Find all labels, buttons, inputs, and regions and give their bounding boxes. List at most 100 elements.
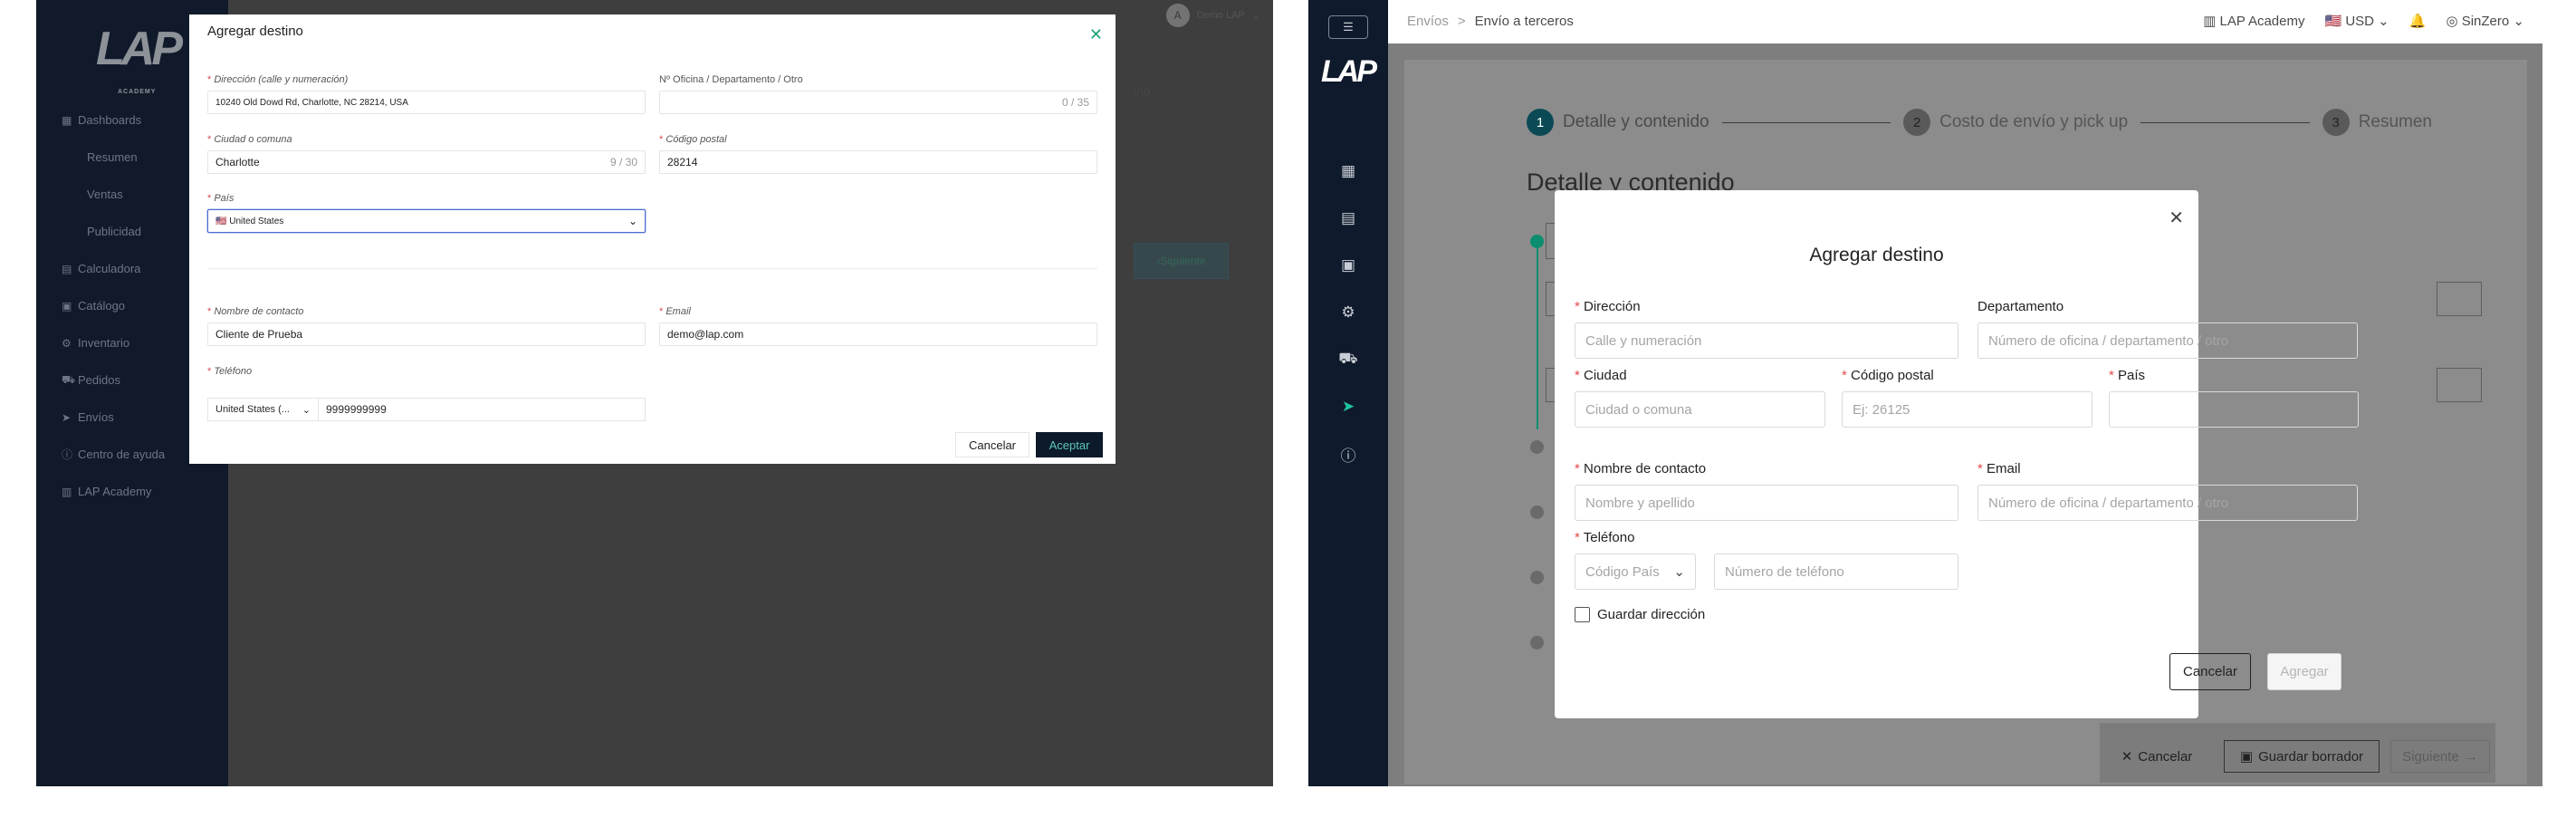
ciudad-input[interactable]: Ciudad o comuna [1575, 391, 1825, 428]
pais-field: * País 🇺🇸 United States ⌄ [207, 193, 646, 233]
cart-icon: ⛟ [62, 372, 76, 386]
contacto-input[interactable]: Nombre y apellido [1575, 485, 1958, 521]
academy-link[interactable]: ▥ LAP Academy [2203, 13, 2304, 29]
country-code-select[interactable]: Código País ⌄ [1575, 553, 1696, 590]
stepper: 1 Detalle y contenido 2 Costo de envío y… [1527, 109, 2432, 136]
currency-select[interactable]: 🇺🇸 USD ⌄ [2324, 13, 2389, 29]
email-input[interactable]: demo@lap.com [659, 322, 1097, 346]
pais-label: País [2118, 368, 2146, 383]
send-icon: ➤ [62, 410, 72, 424]
calculator-icon[interactable]: ▤ [1308, 195, 1388, 242]
country-code-select[interactable]: United States (... ⌄ [208, 399, 319, 420]
send-icon[interactable]: ➤ [1308, 383, 1388, 430]
postal-field: * Código postal Ej: 26125 [1842, 368, 2092, 428]
help-icon: ⓘ [62, 448, 73, 461]
grid-icon: ▦ [62, 113, 72, 127]
menu-icon: ☰ [1343, 20, 1354, 34]
phone-input[interactable]: Número de teléfono [1714, 553, 1958, 590]
add-button[interactable]: Agregar [2267, 653, 2341, 690]
cancel-button[interactable]: Cancelar [955, 432, 1029, 457]
catalog-icon: ▣ [62, 299, 72, 313]
divider [207, 268, 1097, 269]
sidebar-item-label: Ventas [87, 188, 123, 201]
ciudad-label: Ciudad o comuna [214, 134, 292, 145]
close-icon: ✕ [2121, 749, 2133, 765]
sidebar-item-label: Publicidad [87, 225, 141, 238]
background-box [2437, 368, 2482, 402]
phone-input[interactable]: 9999999999 [319, 399, 645, 420]
help-icon[interactable]: ⓘ [1308, 430, 1388, 477]
direccion-field: * Dirección Calle y numeración [1575, 299, 1958, 359]
timeline-line [1537, 241, 1538, 429]
sidebar-nav: ▦ ▤ ▣ ⚙ ⛟ ➤ ⓘ [1308, 148, 1388, 477]
right-screen: ☰ LAP ▦ ▤ ▣ ⚙ ⛟ ➤ ⓘ Envíos > Envío a ter… [1308, 0, 2542, 786]
catalog-icon[interactable]: ▣ [1308, 242, 1388, 289]
step-3-number: 3 [2322, 109, 2350, 136]
menu-toggle-button[interactable]: ☰ [1328, 15, 1368, 39]
close-icon[interactable]: ✕ [2169, 207, 2184, 229]
sidebar-item-label: Resumen [87, 150, 138, 164]
direccion-input[interactable]: Calle y numeración [1575, 322, 1958, 359]
dashboard-icon[interactable]: ▦ [1308, 148, 1388, 195]
step-connector [2140, 121, 2310, 123]
pais-label: País [214, 193, 235, 204]
telefono-label: Teléfono [1583, 530, 1635, 545]
cancel-button[interactable]: Cancelar [2169, 653, 2251, 690]
save-address-checkbox[interactable]: Guardar dirección [1575, 607, 1705, 622]
add-destination-modal: ✕ Agregar destino * Dirección Calle y nu… [1555, 190, 2359, 718]
checkbox[interactable] [1575, 607, 1590, 622]
background-next-button: Siguiente → [2390, 740, 2490, 773]
footer-actions: ✕ Cancelar ▣ Guardar borrador Siguiente → [2100, 723, 2495, 783]
oficina-input[interactable]: 0 / 35 [659, 91, 1097, 114]
ciudad-label: Ciudad [1584, 368, 1627, 383]
char-count: 9 / 30 [609, 156, 637, 168]
email-label: Email [1987, 461, 2021, 476]
cart-icon[interactable]: ⛟ [1308, 336, 1388, 383]
email-field: * Email demo@lap.com [659, 306, 1097, 346]
pais-select[interactable] [2109, 391, 2359, 428]
close-icon[interactable]: ✕ [1089, 25, 1103, 44]
phone-input-group: United States (... ⌄ 9999999999 [207, 398, 646, 421]
oficina-field: Nº Oficina / Departamento / Otro 0 / 35 [659, 74, 1097, 114]
save-address-label: Guardar dirección [1597, 607, 1706, 622]
postal-input[interactable]: Ej: 26125 [1842, 391, 2092, 428]
sidebar-item-label: Centro de ayuda [78, 447, 166, 461]
step-2-label: Costo de envío y pick up [1939, 112, 2129, 131]
top-bar: Envíos > Envío a terceros ▥ LAP Academy … [1388, 0, 2542, 43]
pais-select[interactable]: 🇺🇸 United States ⌄ [207, 209, 646, 233]
ciudad-input[interactable]: Charlotte 9 / 30 [207, 150, 646, 174]
save-icon: ▣ [2239, 749, 2254, 765]
postal-field: * Código postal 28214 [659, 134, 1097, 174]
departamento-input[interactable]: Número de oficina / departamento / otro [1977, 322, 2358, 359]
departamento-field: Departamento Número de oficina / departa… [1977, 299, 2358, 359]
postal-label: Código postal [666, 134, 727, 145]
postal-label: Código postal [1851, 368, 1934, 383]
breadcrumb-current: Envío a terceros [1474, 14, 1574, 29]
oficina-label: Nº Oficina / Departamento / Otro [659, 74, 803, 85]
user-menu[interactable]: ◎ SinZero ⌄ [2446, 13, 2524, 29]
postal-input[interactable]: 28214 [659, 150, 1097, 174]
contacto-input[interactable]: Cliente de Prueba [207, 322, 646, 346]
direccion-field: * Dirección (calle y numeración) 10240 O… [207, 74, 646, 114]
calculator-icon: ▤ [62, 262, 72, 275]
email-field: * Email Número de oficina / departamento… [1977, 461, 2358, 521]
inventory-icon[interactable]: ⚙ [1308, 289, 1388, 336]
bell-icon[interactable]: 🔔 [2409, 13, 2427, 29]
sidebar-item-label: Envíos [78, 410, 114, 424]
sidebar-item-label: Dashboards [78, 113, 142, 127]
telefono-field: * Teléfono [207, 366, 253, 377]
chevron-down-icon: ⌄ [1673, 564, 1685, 580]
direccion-input[interactable]: 10240 Old Dowd Rd, Charlotte, NC 28214, … [207, 91, 646, 114]
breadcrumb-root[interactable]: Envíos [1407, 14, 1449, 29]
timeline-dot [1530, 636, 1544, 650]
sidebar-item-label: Calculadora [78, 262, 141, 275]
accept-button[interactable]: Aceptar [1036, 432, 1103, 457]
sidebar: ☰ LAP ▦ ▤ ▣ ⚙ ⛟ ➤ ⓘ [1308, 0, 1388, 786]
timeline-dot [1530, 571, 1544, 584]
flag-icon: 🇺🇸 [2324, 14, 2346, 29]
contacto-field: * Nombre de contacto Nombre y apellido [1575, 461, 1958, 521]
sidebar-item-label: Catálogo [78, 299, 126, 313]
pais-field: * País [2109, 368, 2359, 428]
sidebar-item-10[interactable]: ▥ LAP Academy [62, 473, 225, 510]
email-input[interactable]: Número de oficina / departamento / otro [1977, 485, 2358, 521]
